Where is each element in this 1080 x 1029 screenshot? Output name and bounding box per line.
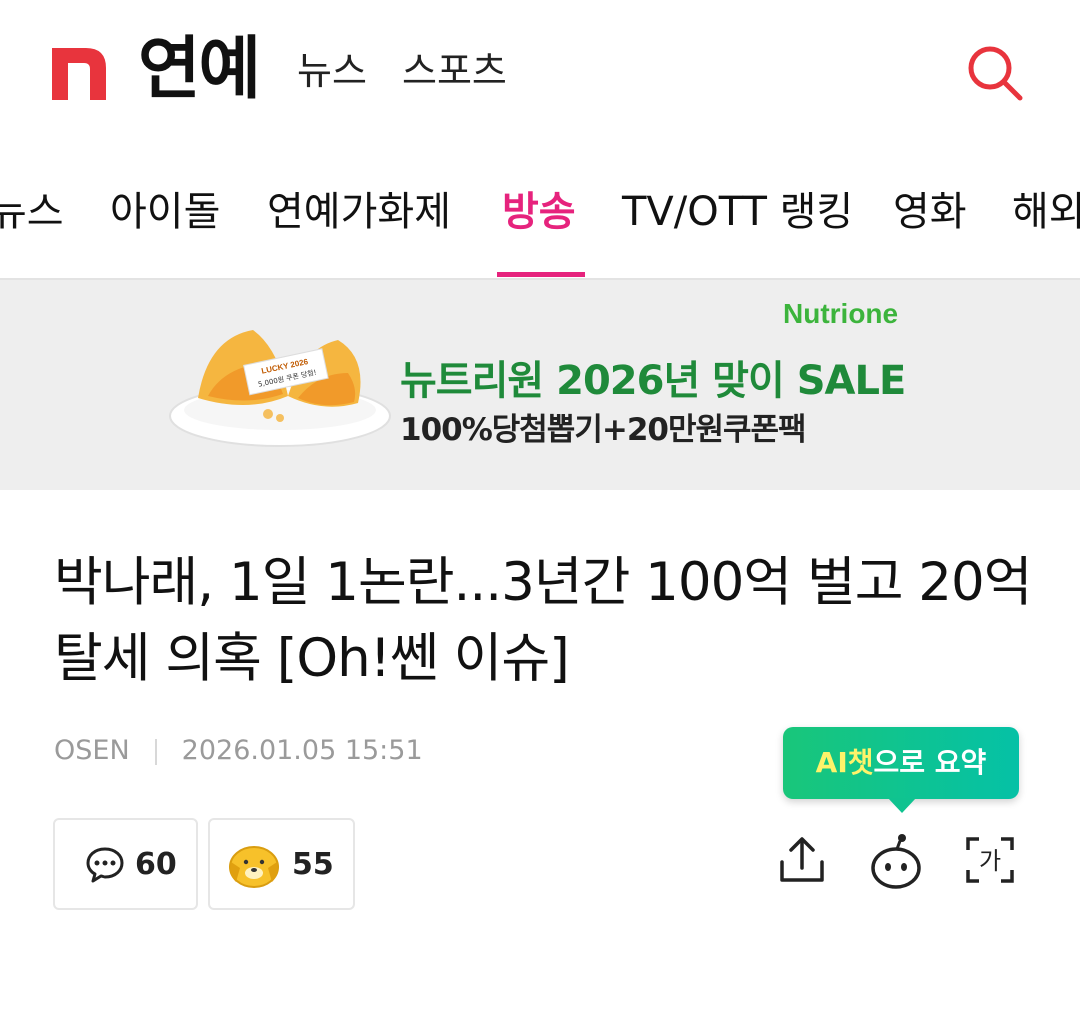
font-size-icon[interactable]: 가 [960, 830, 1020, 890]
section-title[interactable]: 연예 [138, 30, 261, 110]
active-tab-indicator [497, 272, 585, 277]
tab-news[interactable]: 뉴스 [0, 184, 64, 240]
app-header: 연예 뉴스 스포츠 [0, 0, 1080, 140]
header-link-news[interactable]: 뉴스 [297, 48, 367, 94]
ad-subline: 100%당첨뽑기+20만원쿠폰팩 [400, 412, 807, 448]
header-link-sports[interactable]: 스포츠 [402, 48, 507, 94]
article-datetime: 2026.01.05 15:51 [181, 735, 423, 766]
ad-banner[interactable]: LUCKY 2026 5,000원 쿠폰 당첨! Nutrione 뉴트리원 2… [0, 280, 1080, 490]
ai-summary-rest: 으로 요약 [873, 746, 987, 779]
ai-chat-label: AI챗 [815, 746, 874, 779]
tab-entertainment-topics[interactable]: 연예가화제 [267, 184, 451, 240]
ai-summary-label: AI챗으로 요약 [783, 727, 1019, 799]
article-title: 박나래, 1일 1논란...3년간 100억 벌고 20억 탈세 의혹 [Oh!… [54, 552, 1033, 689]
reaction-face-icon [229, 846, 279, 888]
comment-count: 60 [135, 847, 177, 882]
tab-broadcast[interactable]: 방송 [502, 184, 576, 240]
tab-movie[interactable]: 영화 [893, 184, 967, 240]
article-source[interactable]: OSEN [54, 735, 130, 766]
tab-tv-ott-ranking[interactable]: TV/OTT 랭킹 [622, 184, 853, 240]
ai-bot-icon[interactable] [866, 830, 926, 890]
share-icon[interactable] [772, 830, 832, 890]
reaction-button[interactable]: 55 [208, 818, 355, 910]
meta-divider [154, 738, 157, 765]
font-size-glyph: 가 [979, 847, 1001, 875]
naver-n-logo[interactable] [52, 45, 106, 100]
tab-idol[interactable]: 아이돌 [110, 184, 220, 240]
ai-summary-tooltip[interactable]: AI챗으로 요약 [783, 727, 1019, 813]
fortune-cookie-image: LUCKY 2026 5,000원 쿠폰 당첨! [169, 330, 391, 447]
search-icon[interactable] [964, 42, 1026, 104]
article-meta: OSEN 2026.01.05 15:51 [54, 735, 423, 767]
tab-overseas[interactable]: 해외 [1012, 184, 1080, 240]
comment-icon [86, 847, 124, 883]
ad-headline: 뉴트리원 2026년 맞이 SALE [400, 358, 906, 404]
category-tabs: 뉴스 아이돌 연예가화제 방송 TV/OTT 랭킹 영화 해외 [0, 160, 1080, 280]
comment-button[interactable]: 60 [53, 818, 198, 910]
reaction-count: 55 [292, 847, 334, 882]
ad-brand-logo: Nutrione [783, 298, 899, 329]
